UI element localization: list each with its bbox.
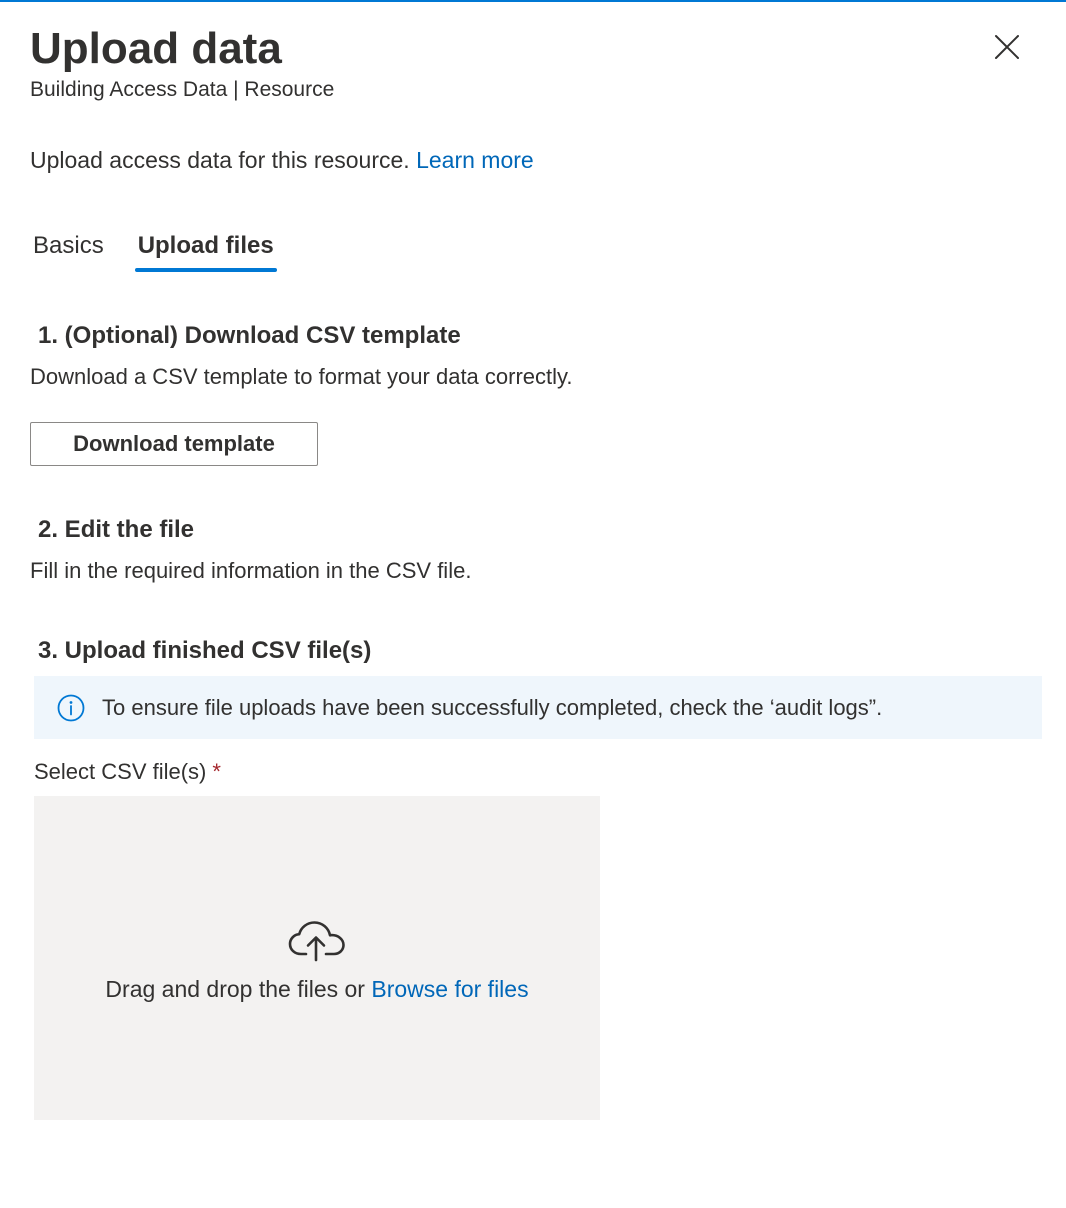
file-dropzone[interactable]: Drag and drop the files or Browse for fi…	[34, 796, 600, 1120]
step2-description: Fill in the required information in the …	[30, 558, 472, 583]
upload-data-panel: Upload data Building Access Data | Resou…	[0, 0, 1066, 1208]
step2-title: 2. Edit the file	[38, 516, 195, 543]
close-icon	[995, 35, 1019, 59]
step1-description: Download a CSV template to format your d…	[30, 364, 573, 389]
file-field-label: Select CSV file(s) *	[34, 757, 221, 787]
info-banner: To ensure file uploads have been success…	[34, 676, 1042, 739]
info-icon	[56, 693, 86, 723]
dropzone-text: Drag and drop the files or Browse for fi…	[105, 974, 528, 1004]
cloud-upload-icon	[287, 916, 347, 964]
page-title: Upload data	[30, 24, 282, 73]
intro-description: Upload access data for this resource.	[30, 147, 410, 173]
browse-files-link[interactable]: Browse for files	[371, 976, 528, 1002]
learn-more-link[interactable]: Learn more	[416, 147, 534, 173]
step1-title: 1. (Optional) Download CSV template	[38, 322, 461, 349]
intro-text: Upload access data for this resource. Le…	[30, 145, 534, 175]
file-field-label-text: Select CSV file(s)	[34, 759, 207, 784]
close-button[interactable]	[986, 26, 1028, 68]
tab-basics[interactable]: Basics	[30, 228, 107, 272]
required-marker: *	[212, 759, 221, 784]
info-banner-text: To ensure file uploads have been success…	[102, 694, 883, 720]
page-subtitle: Building Access Data | Resource	[30, 78, 335, 101]
dropzone-instruction: Drag and drop the files or	[105, 976, 365, 1002]
tab-upload-files[interactable]: Upload files	[134, 228, 277, 272]
tab-list: Basics Upload files	[30, 228, 277, 272]
step3-title: 3. Upload finished CSV file(s)	[38, 637, 372, 664]
download-template-button[interactable]: Download template	[30, 422, 318, 466]
